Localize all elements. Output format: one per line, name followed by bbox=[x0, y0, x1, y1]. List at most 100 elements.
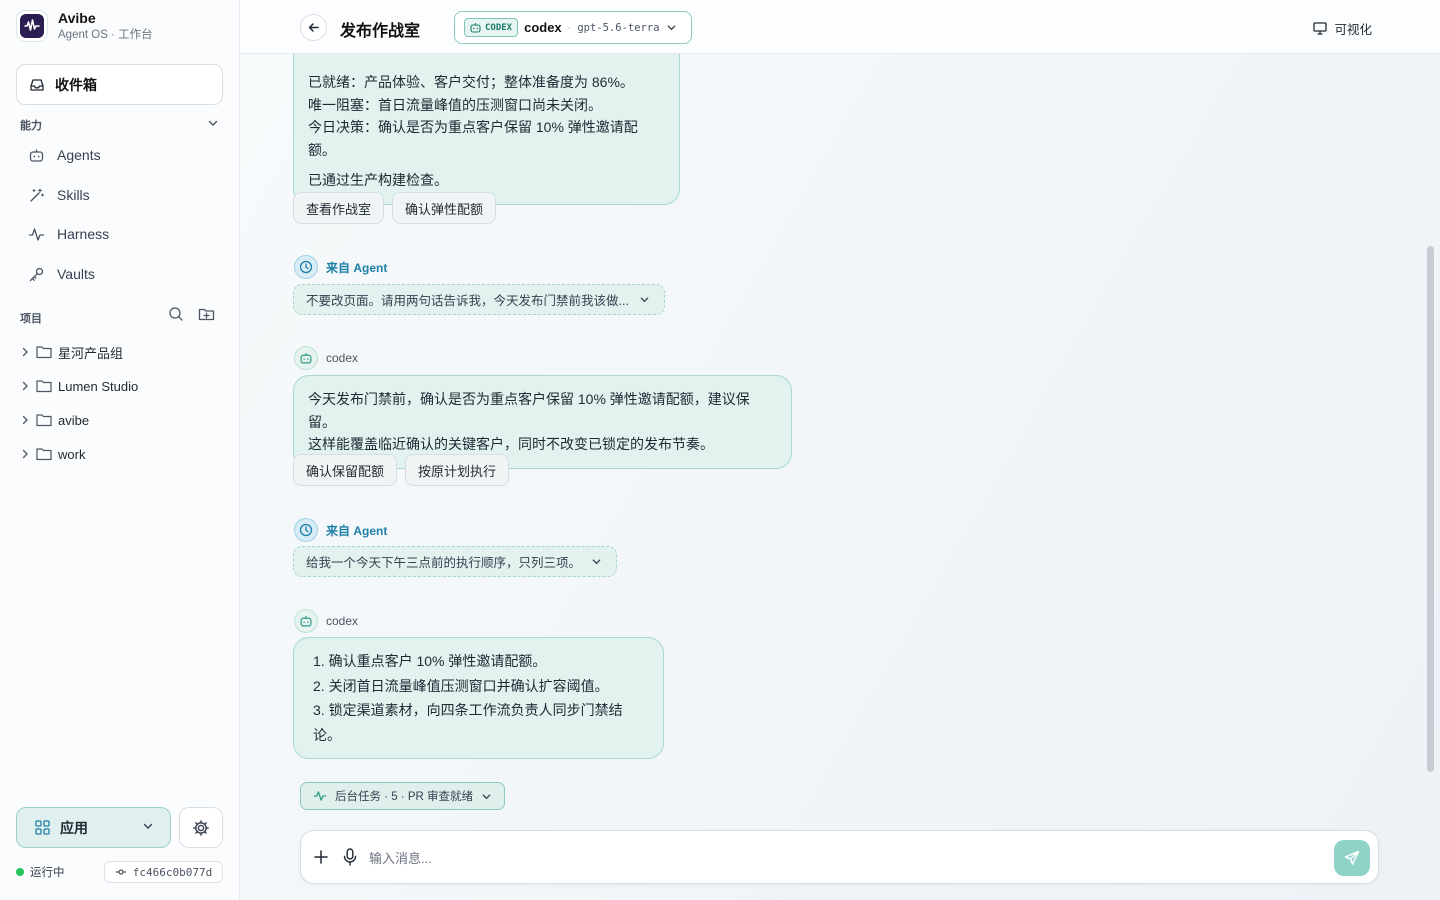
sidebar-item-agents[interactable]: Agents bbox=[28, 143, 101, 167]
action-chip[interactable]: 确认弹性配额 bbox=[392, 192, 497, 224]
inbox-icon bbox=[30, 78, 44, 91]
back-button[interactable] bbox=[300, 14, 327, 41]
from-agent-label: 来自 Agent bbox=[326, 523, 388, 538]
action-chip[interactable]: 查看作战室 bbox=[293, 192, 385, 224]
message-line: 已就绪：产品体验、客户交付；整体准备度为 86%。 bbox=[308, 74, 634, 90]
top-bar: 发布作战室 CODEX codex · gpt-5.6-terra 可视化 bbox=[240, 0, 1440, 54]
send-button[interactable] bbox=[1334, 840, 1370, 876]
model-version: gpt-5.6-terra bbox=[577, 21, 660, 34]
commit-hash: fc466c0b077d bbox=[132, 865, 213, 879]
message-line: 已通过生产构建检查。 bbox=[308, 172, 448, 188]
chevron-down-icon bbox=[640, 297, 649, 303]
agent-name: codex bbox=[326, 614, 359, 628]
step-item: 3. 锁定渠道素材，向四条工作流负责人同步门禁结论。 bbox=[313, 702, 623, 743]
activity-icon bbox=[28, 227, 45, 241]
clock-icon bbox=[294, 255, 318, 279]
clock-icon bbox=[294, 518, 318, 542]
codex-header: codex bbox=[294, 346, 358, 370]
plus-icon[interactable] bbox=[313, 847, 329, 872]
microphone-icon[interactable] bbox=[342, 847, 358, 872]
message-input[interactable] bbox=[369, 845, 1329, 871]
sidebar: Avibe Agent OS · 工作台 收件箱 能力 Agents Skill… bbox=[0, 0, 240, 900]
inbox-label: 收件箱 bbox=[55, 76, 97, 93]
step-item: 1. 确认重点客户 10% 弹性邀请配额。 bbox=[313, 653, 547, 669]
chevron-right-icon[interactable] bbox=[20, 415, 30, 425]
codex-badge-label: CODEX bbox=[485, 22, 513, 33]
folder-icon bbox=[36, 346, 52, 359]
project-item[interactable]: Lumen Studio bbox=[20, 376, 138, 396]
folder-icon bbox=[36, 380, 52, 393]
project-label: work bbox=[58, 446, 86, 462]
model-separator: · bbox=[567, 21, 572, 34]
arrow-left-icon bbox=[308, 23, 319, 32]
sidebar-item-label: Skills bbox=[57, 187, 90, 203]
commit-badge[interactable]: fc466c0b077d bbox=[104, 861, 223, 883]
main-panel: 发布作战室 CODEX codex · gpt-5.6-terra 可视化 已就… bbox=[240, 0, 1440, 900]
model-selector[interactable]: CODEX codex · gpt-5.6-terra bbox=[454, 11, 692, 44]
logo-icon bbox=[16, 10, 48, 42]
folder-icon bbox=[36, 448, 52, 461]
brand[interactable]: Avibe Agent OS · 工作台 bbox=[16, 10, 153, 42]
brand-subtitle: Agent OS · 工作台 bbox=[58, 29, 153, 41]
chevron-down-icon bbox=[592, 559, 601, 565]
message-line: 这样能覆盖临近确认的关键客户，同时不改变已锁定的发布节奏。 bbox=[308, 436, 714, 452]
from-agent-label: 来自 Agent bbox=[326, 260, 388, 275]
sidebar-item-label: Vaults bbox=[57, 266, 95, 282]
projects-heading: 项目 bbox=[20, 313, 42, 325]
scrollbar-thumb[interactable] bbox=[1427, 246, 1434, 772]
steps-list: 1. 确认重点客户 10% 弹性邀请配额。 2. 关闭首日流量峰值压测窗口并确认… bbox=[313, 649, 649, 747]
prompt-text: 不要改页面。请用两句话告诉我，今天发布门禁前我该做... bbox=[306, 294, 629, 308]
inbox-button[interactable]: 收件箱 bbox=[16, 64, 223, 105]
step-item: 2. 关闭首日流量峰值压测窗口并确认扩容阈值。 bbox=[313, 677, 609, 694]
sidebar-item-label: Agents bbox=[57, 147, 101, 163]
sidebar-item-skills[interactable]: Skills bbox=[28, 183, 90, 207]
apps-label: 应用 bbox=[60, 819, 88, 836]
visualize-button[interactable]: 可视化 bbox=[1313, 19, 1372, 38]
robot-icon bbox=[470, 23, 481, 33]
agent-name: codex bbox=[326, 351, 359, 365]
codex-header: codex bbox=[294, 609, 358, 633]
robot-icon bbox=[294, 346, 318, 370]
capabilities-heading: 能力 bbox=[20, 120, 42, 132]
chevron-right-icon[interactable] bbox=[20, 381, 30, 391]
new-folder-icon[interactable] bbox=[198, 306, 215, 322]
sidebar-item-label: Harness bbox=[57, 226, 110, 242]
from-agent-header: 来自 Agent bbox=[294, 255, 387, 279]
brand-name: Avibe bbox=[58, 10, 96, 26]
grid-icon bbox=[35, 820, 50, 835]
agent-prompt[interactable]: 不要改页面。请用两句话告诉我，今天发布门禁前我该做... bbox=[293, 284, 665, 315]
agent-prompt[interactable]: 给我一个今天下午三点前的执行顺序，只列三项。 bbox=[293, 546, 618, 577]
sidebar-item-harness[interactable]: Harness bbox=[28, 222, 109, 246]
codex-badge: CODEX bbox=[464, 18, 519, 37]
activity-icon bbox=[313, 791, 327, 801]
gear-icon bbox=[193, 819, 209, 836]
sidebar-item-vaults[interactable]: Vaults bbox=[28, 262, 95, 286]
project-item[interactable]: work bbox=[20, 444, 85, 464]
background-tasks-button[interactable]: 后台任务 · 5 · PR 审查就绪 bbox=[300, 782, 506, 810]
search-icon[interactable] bbox=[168, 306, 184, 322]
background-tasks-label: 后台任务 · 5 · PR 审查就绪 bbox=[335, 791, 474, 803]
action-chip[interactable]: 确认保留配额 bbox=[293, 454, 398, 486]
robot-icon bbox=[294, 609, 318, 633]
project-item[interactable]: avibe bbox=[20, 410, 89, 430]
model-name: codex bbox=[524, 20, 562, 35]
runtime-status: 运行中 bbox=[16, 864, 65, 880]
apps-button[interactable]: 应用 bbox=[16, 807, 171, 848]
key-icon bbox=[29, 267, 44, 281]
chevron-down-icon[interactable] bbox=[207, 116, 219, 134]
settings-button[interactable] bbox=[179, 807, 223, 848]
prompt-text: 给我一个今天下午三点前的执行顺序，只列三项。 bbox=[306, 556, 582, 570]
message-line: 唯一阻塞：首日流量峰值的压测窗口尚未关闭。 bbox=[308, 96, 602, 113]
project-label: Lumen Studio bbox=[58, 378, 139, 394]
message-composer bbox=[300, 830, 1379, 884]
folder-icon bbox=[36, 414, 52, 427]
robot-icon bbox=[29, 149, 44, 162]
chevron-down-icon bbox=[667, 25, 675, 31]
chevron-right-icon[interactable] bbox=[20, 347, 30, 357]
action-chip[interactable]: 按原计划执行 bbox=[405, 454, 510, 486]
commit-icon bbox=[115, 869, 126, 875]
project-item[interactable]: 星河产品组 bbox=[20, 342, 123, 362]
visualize-label: 可视化 bbox=[1334, 23, 1372, 37]
chevron-right-icon[interactable] bbox=[20, 449, 30, 459]
status-label: 运行中 bbox=[30, 867, 65, 879]
